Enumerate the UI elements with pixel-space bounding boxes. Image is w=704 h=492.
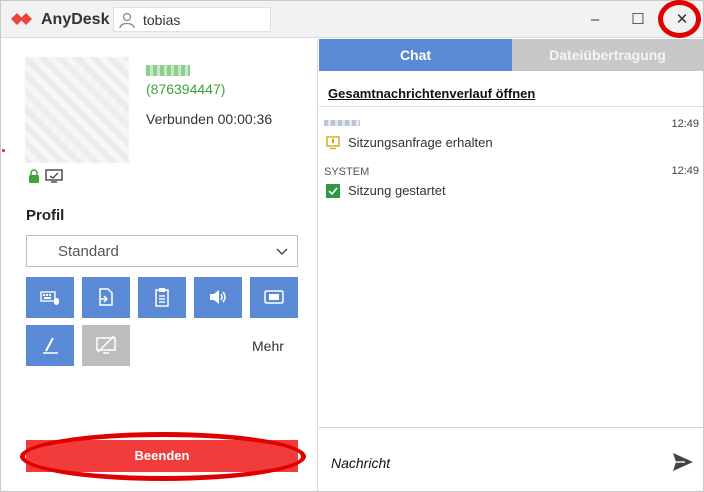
user-id-field[interactable]: tobias bbox=[113, 7, 271, 32]
message-composer bbox=[319, 427, 703, 491]
maximize-button[interactable]: ☐ bbox=[624, 7, 652, 33]
user-icon bbox=[119, 12, 135, 29]
remote-avatar bbox=[25, 57, 129, 163]
app-name: AnyDesk bbox=[41, 11, 110, 28]
message-time: 12:49 bbox=[671, 165, 699, 177]
message-time: 12:49 bbox=[671, 118, 699, 130]
message-input[interactable] bbox=[331, 453, 651, 473]
keyboard-mouse-button[interactable] bbox=[26, 277, 74, 318]
profile-heading: Profil bbox=[26, 207, 65, 224]
message-text: Sitzungsanfrage erhalten bbox=[348, 135, 493, 150]
session-panel: (876394447) Verbunden 00:00:36 Profil St… bbox=[1, 39, 318, 491]
check-icon bbox=[326, 184, 340, 198]
more-button[interactable]: Mehr bbox=[252, 338, 284, 354]
tab-chat[interactable]: Chat bbox=[319, 39, 512, 71]
message-history-link[interactable]: Gesamtnachrichtenverlauf öffnen bbox=[328, 86, 535, 101]
connection-status: Verbunden 00:00:36 bbox=[146, 111, 273, 127]
monitor-icon bbox=[45, 169, 63, 183]
send-icon[interactable] bbox=[671, 450, 695, 474]
remote-id: (876394447) bbox=[146, 81, 226, 97]
clipboard-icon bbox=[155, 288, 169, 307]
close-button[interactable]: ✕ bbox=[668, 7, 696, 33]
title-bar: AnyDesk tobias – ☐ ✕ bbox=[1, 0, 703, 38]
screen-blank-button[interactable] bbox=[82, 325, 130, 366]
video-icon bbox=[264, 290, 284, 304]
divider bbox=[319, 106, 703, 107]
message-text: Sitzung gestartet bbox=[348, 183, 446, 198]
audio-button[interactable] bbox=[194, 277, 242, 318]
user-id-text: tobias bbox=[143, 12, 181, 28]
draw-icon bbox=[43, 337, 58, 354]
file-transfer-icon bbox=[99, 288, 113, 306]
video-button[interactable] bbox=[250, 277, 298, 318]
file-transfer-button[interactable] bbox=[82, 277, 130, 318]
screen-blank-icon bbox=[96, 335, 116, 354]
chevron-down-icon bbox=[276, 248, 288, 255]
profile-selected-value: Standard bbox=[58, 243, 119, 260]
profile-dropdown[interactable]: Standard bbox=[26, 235, 298, 267]
message-sender: SYSTEM bbox=[324, 166, 370, 178]
minimize-button[interactable]: – bbox=[581, 7, 609, 33]
anydesk-session-window: AnyDesk tobias – ☐ ✕ (876394447) Verbund… bbox=[0, 0, 704, 492]
anydesk-logo-icon bbox=[11, 13, 32, 25]
message-sender-redacted bbox=[324, 120, 360, 126]
edge-marker bbox=[2, 149, 5, 152]
keyboard-mouse-icon bbox=[40, 291, 59, 305]
audio-icon bbox=[210, 290, 226, 304]
draw-button[interactable] bbox=[26, 325, 74, 366]
lock-icon bbox=[29, 169, 39, 183]
remote-name-redacted bbox=[146, 65, 190, 76]
clipboard-button[interactable] bbox=[138, 277, 186, 318]
session-request-icon bbox=[326, 136, 340, 150]
tab-file-transfer[interactable]: Dateiübertragung bbox=[512, 39, 703, 71]
chat-panel: Chat Dateiübertragung Gesamtnachrichtenv… bbox=[319, 39, 703, 491]
end-session-button[interactable]: Beenden bbox=[26, 440, 298, 472]
